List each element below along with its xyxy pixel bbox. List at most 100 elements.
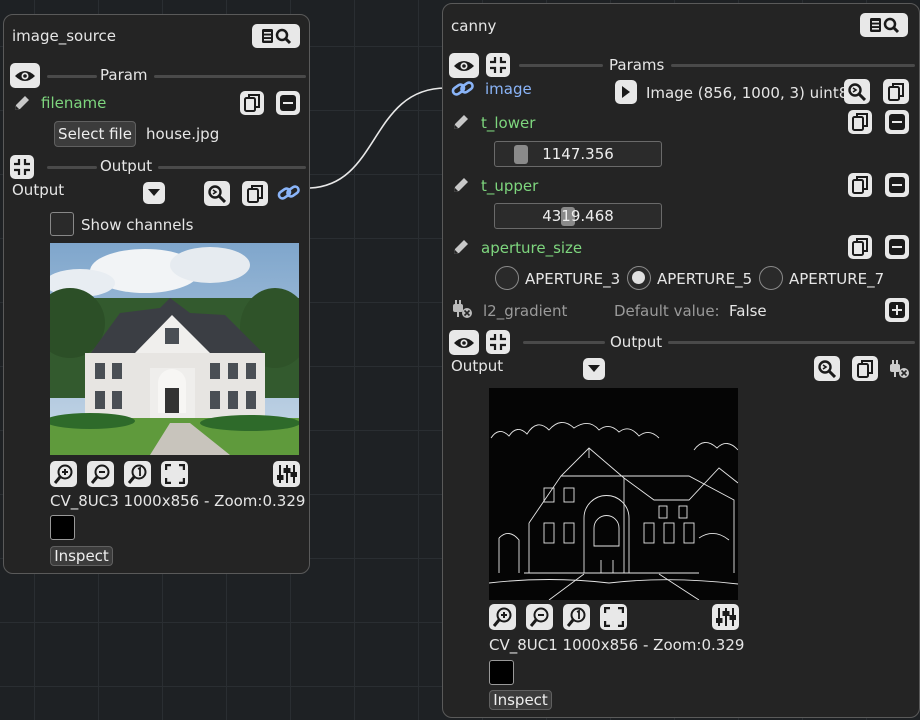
copy-icon [247,184,263,203]
eye-icon [454,337,474,348]
doc-zoom-button[interactable] [860,13,908,37]
fullscreen-button[interactable] [600,604,627,630]
copy-button[interactable] [848,110,872,134]
zoom-out-button[interactable] [87,461,114,487]
doc-zoom-icon [870,17,900,34]
copy-icon [244,94,260,112]
doc-zoom-button[interactable] [252,24,300,48]
zoom-in-button[interactable] [50,461,77,487]
copy-icon [852,113,868,131]
remove-button[interactable] [885,173,909,197]
zoom-out-icon [529,607,548,627]
param-section-label: Param [100,66,148,84]
t-upper-label: t_upper [481,177,539,195]
copy-output-button[interactable] [852,356,878,381]
expand-image-button[interactable] [615,80,637,104]
copy-output-button[interactable] [242,181,268,206]
aperture-option-label: APERTURE_7 [789,270,885,288]
aperture-3-radio[interactable] [495,266,519,290]
remove-button[interactable] [885,110,909,134]
source-image-preview[interactable] [50,243,299,455]
image-input-label: image [485,80,532,98]
compress-icon [490,334,506,350]
pencil-icon[interactable] [12,93,32,113]
t-upper-value: 4319.468 [542,207,614,225]
toggle-visibility-button[interactable] [449,330,479,355]
output-dropdown-button[interactable] [583,358,605,380]
add-param-button[interactable] [885,298,909,322]
output-separator [523,341,605,344]
filename-value: house.jpg [146,125,220,143]
link-icon[interactable] [277,182,301,204]
toggle-visibility-button[interactable] [10,63,40,88]
image-info-text: CV_8UC1 1000x856 - Zoom:0.329 [489,636,745,654]
params-section-label: Params [609,56,665,74]
t-lower-slider[interactable]: 1147.356 [494,141,662,167]
aperture-7-radio[interactable] [759,266,783,290]
minus-icon [889,114,905,130]
aperture-5-radio[interactable] [627,266,651,290]
param-separator [154,75,306,78]
l2-gradient-label: l2_gradient [483,302,568,320]
zoom-reset-button[interactable] [124,461,151,487]
zoom-in-icon [53,464,72,484]
output-section-label: Output [610,333,663,351]
pencil-icon[interactable] [451,112,471,132]
output-separator [158,166,306,169]
zoom-button[interactable] [204,181,230,206]
param-separator [47,75,97,78]
filename-label: filename [41,94,107,112]
show-channels-checkbox[interactable] [50,212,74,236]
pixel-color-swatch [489,660,514,685]
image-settings-button[interactable] [273,461,300,487]
t-upper-slider[interactable]: 4319.468 [494,203,662,229]
pencil-icon[interactable] [451,237,471,257]
sliders-icon [276,465,297,483]
canny-output-image[interactable] [489,388,738,600]
minus-icon [280,95,296,111]
copy-button[interactable] [240,91,264,115]
image-settings-button[interactable] [712,604,739,630]
zoom-in-icon [492,607,511,627]
remove-button[interactable] [885,235,909,259]
remove-button[interactable] [276,91,300,115]
compress-icon [14,159,30,175]
image-input-value: Image (856, 1000, 3) uint8 [646,84,849,102]
copy-button[interactable] [848,173,872,197]
canny-node[interactable]: canny Params image Image (856, 1000, 3) … [442,3,920,718]
output-section-label: Output [100,157,153,175]
params-separator [519,64,603,67]
copy-icon [888,82,904,101]
copy-icon [852,238,868,256]
pixel-color-swatch [50,515,75,540]
inspect-button[interactable]: Inspect [50,546,113,566]
sliders-icon [715,608,736,626]
aperture-option-label: APERTURE_3 [525,270,621,288]
fullscreen-button[interactable] [161,461,188,487]
zoom-out-button[interactable] [526,604,553,630]
collapse-output-button[interactable] [486,330,510,354]
zoom-button[interactable] [814,356,840,381]
toggle-visibility-button[interactable] [449,53,479,78]
image-source-node[interactable]: image_source Param filename Select file … [3,14,310,574]
collapse-output-button[interactable] [10,155,34,179]
copy-button[interactable] [883,79,909,104]
pencil-icon[interactable] [451,175,471,195]
zoom-reset-button[interactable] [563,604,590,630]
zoom-reset-icon [566,607,585,627]
output-dropdown-button[interactable] [143,182,165,204]
unplug-icon[interactable] [888,359,910,379]
link-icon[interactable] [451,78,475,100]
collapse-params-button[interactable] [486,53,510,77]
compress-icon [490,57,506,73]
inspect-button[interactable]: Inspect [489,690,552,710]
zoom-reset-icon [127,464,146,484]
copy-button[interactable] [848,235,872,259]
zoom-button[interactable] [844,79,870,104]
zoom-in-button[interactable] [489,604,516,630]
slider-knob[interactable] [514,145,528,164]
t-lower-value: 1147.356 [542,145,614,163]
default-value: False [729,302,767,320]
chevron-down-icon [588,365,600,372]
select-file-button[interactable]: Select file [54,121,136,147]
